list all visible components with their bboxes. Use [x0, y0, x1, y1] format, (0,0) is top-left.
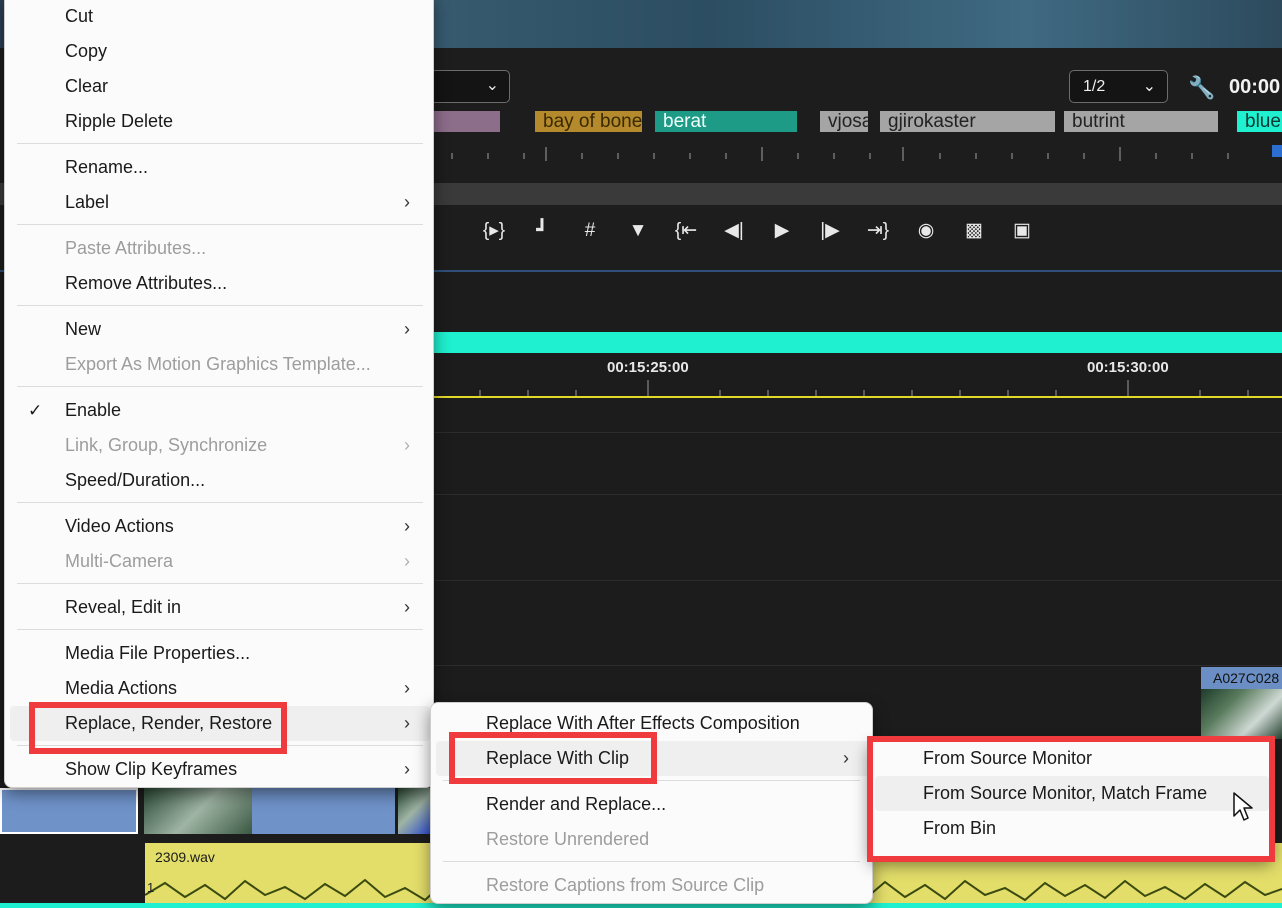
mark-clip-icon[interactable]: ┛ — [524, 213, 560, 249]
video-clip-thumbnail[interactable] — [1201, 689, 1282, 739]
menu-separator — [17, 386, 423, 387]
playback-resolution-dropdown[interactable]: 1/2 ⌄ — [1069, 70, 1168, 103]
menu-item-ripple-delete[interactable]: Ripple Delete — [10, 104, 430, 139]
menu-item-paste-attributes: Paste Attributes... — [65, 238, 207, 258]
marker-butrint[interactable]: butrint — [1064, 111, 1218, 132]
transport-controls: {▸} ┛ # ▼ {⇤ ◀| ▶ |▶ ⇥} ◉ ▩ ▣ — [470, 213, 1050, 249]
chevron-right-icon: › — [404, 551, 410, 571]
menu-item-export-mogrt: Export As Motion Graphics Template... — [65, 354, 371, 374]
menu-item-video-actions[interactable]: Video Actions › — [10, 509, 430, 544]
chevron-right-icon: › — [404, 319, 410, 339]
menu-item-reveal-edit-in[interactable]: Reveal, Edit in › — [10, 590, 430, 625]
menu-item-enable[interactable]: ✓ Enable — [10, 393, 430, 428]
menu-separator — [17, 629, 423, 630]
menu-item-cut[interactable]: Cut — [10, 0, 430, 34]
menu-item-rename[interactable]: Rename... — [10, 150, 430, 185]
chevron-right-icon: › — [404, 597, 410, 617]
timeline-timecode-label: 00:15:30:00 — [1087, 359, 1169, 376]
track-divider — [430, 580, 1282, 581]
menu-item-multi-camera: Multi-Camera › — [10, 544, 430, 579]
video-clip[interactable] — [0, 788, 138, 834]
chevron-right-icon: › — [404, 516, 410, 536]
mouse-cursor-icon — [1233, 792, 1253, 821]
menu-item-label[interactable]: Label › — [10, 185, 430, 220]
menu-item-render-and-replace[interactable]: Render and Replace... — [436, 787, 869, 822]
marker-bay-of-bone[interactable]: bay of bone — [535, 111, 642, 132]
marker-icon[interactable]: ▼ — [620, 213, 656, 249]
menu-separator — [17, 143, 423, 144]
track-divider — [430, 494, 1282, 495]
timeline-time-ruler[interactable] — [430, 378, 1282, 396]
settings-wrench-icon[interactable]: 🔧 — [1188, 75, 1215, 101]
monitor-time-ruler[interactable] — [440, 145, 1282, 165]
menu-item-media-actions[interactable]: Media Actions › — [10, 671, 430, 706]
chevron-right-icon: › — [404, 759, 410, 779]
menu-item-clear[interactable]: Clear — [10, 69, 430, 104]
chevron-down-icon: ⌄ — [1142, 78, 1156, 95]
marker-gjirokaster[interactable]: gjirokaster — [880, 111, 1055, 132]
menu-separator — [17, 305, 423, 306]
playback-resolution-value: 1/2 — [1083, 78, 1106, 95]
go-to-out-icon[interactable]: ⇥} — [860, 213, 896, 249]
marker-berat[interactable]: berat — [655, 111, 797, 132]
chevron-right-icon: › — [404, 678, 410, 698]
play-icon[interactable]: ▶ — [764, 213, 800, 249]
menu-separator — [17, 583, 423, 584]
chevron-right-icon: › — [404, 713, 410, 733]
video-clip-thumbnail — [398, 788, 430, 834]
playhead-timecode[interactable]: 00:00 — [1229, 76, 1280, 99]
highlight-box-replace-with-clip-options — [867, 736, 1275, 862]
menu-item-restore-captions: Restore Captions from Source Clip — [486, 875, 765, 895]
menu-item-restore-unrendered: Restore Unrendered — [486, 829, 650, 849]
video-clip-strip[interactable] — [0, 788, 430, 834]
menu-item-speed-duration[interactable]: Speed/Duration... — [10, 463, 430, 498]
checkmark-icon: ✓ — [28, 401, 43, 420]
menu-item-show-clip-keyframes[interactable]: Show Clip Keyframes › — [10, 752, 430, 787]
go-to-in-icon[interactable]: {⇤ — [668, 213, 704, 249]
clip-context-menu: Cut Copy Clear Ripple Delete Rename... L… — [4, 0, 434, 788]
mark-in-out-icon[interactable]: {▸} — [476, 213, 512, 249]
audio-clip-label: 2309.wav — [155, 849, 215, 865]
chevron-right-icon: › — [843, 748, 849, 768]
track-divider — [430, 432, 1282, 433]
step-forward-icon[interactable]: |▶ — [812, 213, 848, 249]
chevron-right-icon: › — [404, 435, 410, 455]
menu-item-media-file-properties[interactable]: Media File Properties... — [10, 636, 430, 671]
chevron-right-icon: › — [404, 192, 410, 212]
camera-icon[interactable]: ◉ — [908, 213, 944, 249]
video-clip-label[interactable]: A027C028 — [1201, 667, 1282, 689]
timeline-timecode-label: 00:15:25:00 — [607, 359, 689, 376]
marker-vjosa[interactable]: vjosa — [820, 111, 868, 132]
highlight-box-replace-render-restore — [29, 702, 287, 754]
menu-separator — [443, 861, 860, 862]
marker-blue[interactable]: blue — [1237, 111, 1282, 132]
track-divider — [430, 665, 1282, 666]
menu-item-copy[interactable]: Copy — [10, 34, 430, 69]
video-clip[interactable] — [252, 788, 395, 834]
chevron-down-icon: ⌄ — [485, 77, 499, 94]
menu-separator — [17, 502, 423, 503]
menu-item-new[interactable]: New › — [10, 312, 430, 347]
menu-item-remove-attributes[interactable]: Remove Attributes... — [10, 266, 430, 301]
highlight-box-replace-with-clip — [449, 732, 657, 784]
menu-item-link-group-synchronize: Link, Group, Synchronize › — [10, 428, 430, 463]
step-back-icon[interactable]: ◀| — [716, 213, 752, 249]
work-area-bar[interactable] — [430, 332, 1282, 353]
marker-clip[interactable] — [434, 111, 500, 132]
audio-track-number: 1 — [147, 880, 155, 895]
playhead-line[interactable] — [430, 396, 1282, 398]
menu-separator — [17, 224, 423, 225]
video-clip-thumbnail — [144, 788, 252, 834]
compare-icon[interactable]: ▩ — [956, 213, 992, 249]
grid-icon[interactable]: # — [572, 213, 608, 249]
safe-margins-icon[interactable]: ▣ — [1004, 213, 1040, 249]
